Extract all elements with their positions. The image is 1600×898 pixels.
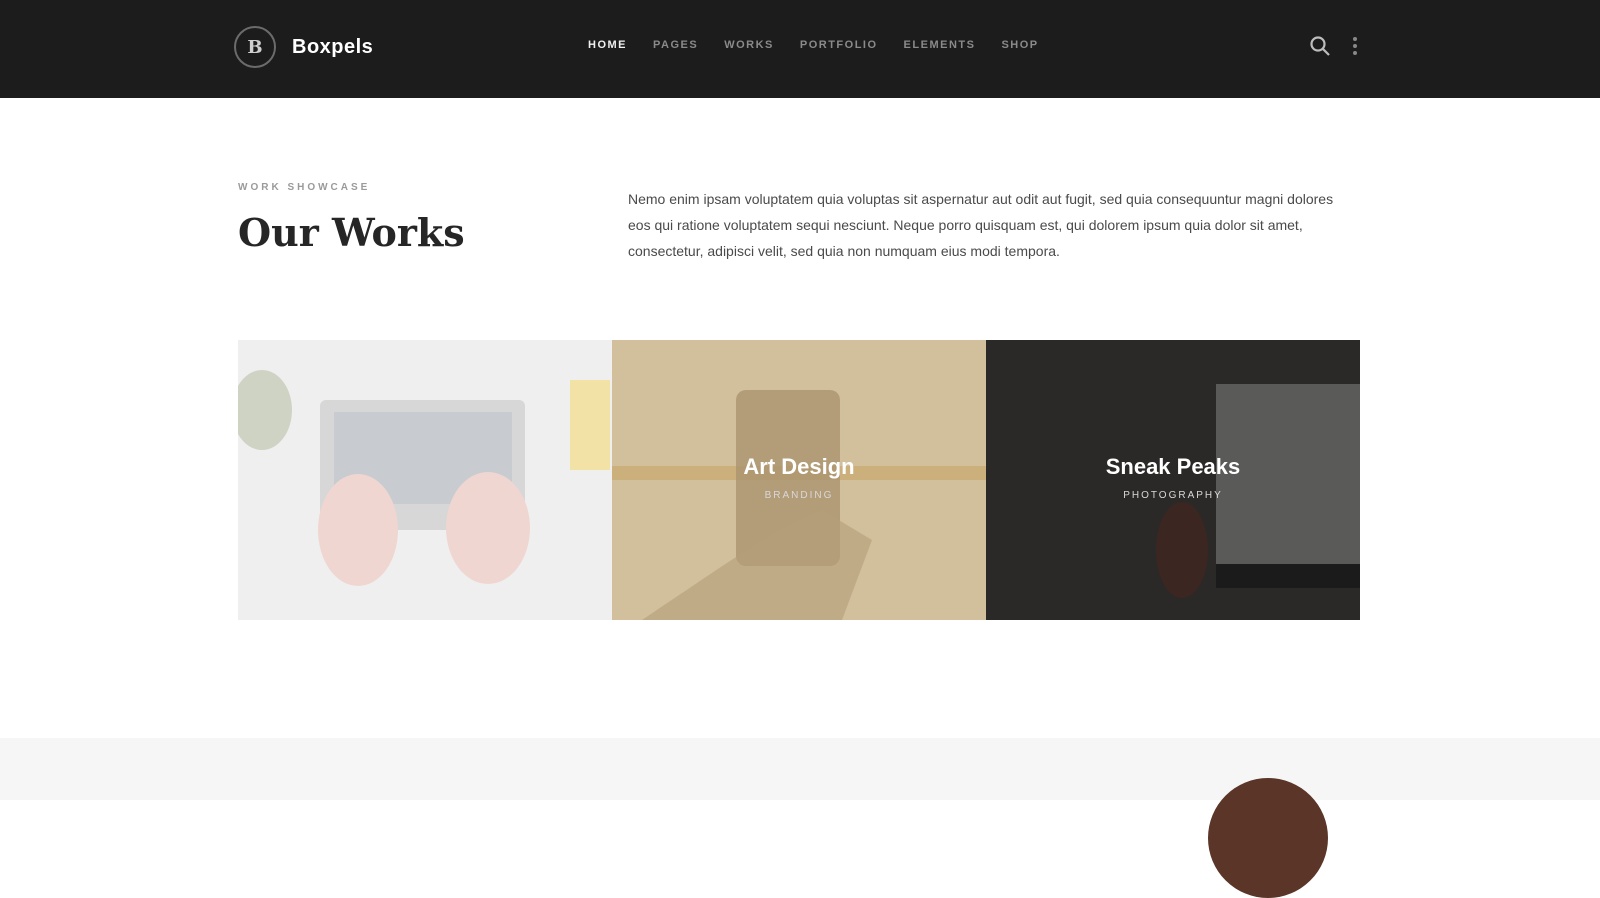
gallery-item-3-subtitle: Photography — [1123, 490, 1223, 501]
search-icon[interactable] — [1308, 34, 1332, 58]
nav-item-portfolio[interactable]: Portfolio — [800, 39, 878, 51]
next-section-band — [0, 738, 1600, 800]
section-title: Our Works — [238, 210, 465, 255]
nav-item-pages[interactable]: Pages — [653, 39, 698, 51]
section-intro: Nemo enim ipsam voluptatem quia voluptas… — [628, 191, 1334, 259]
avatar — [1208, 778, 1328, 898]
brand-name[interactable]: Boxpels — [292, 36, 373, 59]
gallery-item-2-title: Art Design — [743, 454, 855, 479]
brand[interactable]: B Boxpels — [234, 26, 373, 68]
gallery-item-3-title: Sneak Peaks — [1105, 454, 1241, 479]
nav-item-elements[interactable]: Elements — [904, 39, 976, 51]
top-navigation-bar: B Boxpels Home Pages Works Portfolio Ele… — [0, 0, 1600, 98]
gallery-item-3[interactable]: Sneak Peaks Photography — [986, 340, 1360, 620]
gallery-item-2-subtitle: Branding — [764, 490, 834, 501]
more-icon[interactable] — [1352, 37, 1358, 55]
header-tools — [1308, 34, 1358, 58]
gallery-item-1[interactable] — [238, 340, 612, 620]
gallery-item-2[interactable]: Art Design Branding — [612, 340, 986, 620]
laptop-image — [238, 340, 612, 620]
works-gallery: Art Design Branding Sneak Peaks Photogra… — [238, 340, 1360, 620]
nav-item-works[interactable]: Works — [724, 39, 774, 51]
nav-item-home[interactable]: Home — [588, 39, 627, 51]
gallery-item-2-caption: Art Design Branding — [612, 454, 986, 501]
gallery-item-1-caption — [238, 454, 612, 464]
section-eyebrow: WORK SHOWCASE — [238, 182, 371, 193]
brand-logo[interactable]: B — [234, 26, 276, 68]
gallery-item-3-caption: Sneak Peaks Photography — [986, 454, 1360, 501]
main-nav: Home Pages Works Portfolio Elements Shop — [588, 39, 1039, 51]
nav-item-shop[interactable]: Shop — [1001, 39, 1038, 51]
